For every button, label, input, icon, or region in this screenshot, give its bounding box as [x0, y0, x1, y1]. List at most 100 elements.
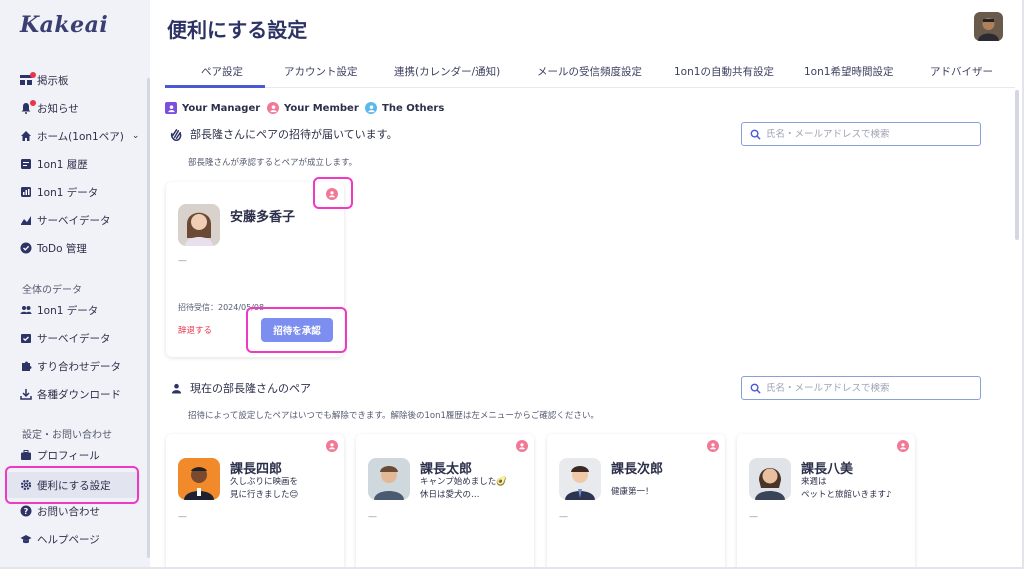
member-name: 安藤多香子 [230, 210, 296, 225]
tab-pair-settings[interactable]: ペア設定 [201, 64, 243, 79]
sidebar-item-label: 1on1 データ [37, 304, 99, 317]
tab-account-settings[interactable]: アカウント設定 [284, 64, 358, 79]
member-icon [267, 102, 279, 114]
sidebar-item-label: お知らせ [37, 102, 79, 115]
tab-auto-share[interactable]: 1on1の自動共有設定 [674, 64, 774, 79]
member-photo [368, 458, 410, 500]
app-window: Kakeai 掲示板 お知らせ ホーム(1on1ペア) ⌄ 1on1 履歴 1o… [0, 0, 1024, 569]
pair-card[interactable]: 課長太郎 キャンプ始めました🥑 休日は愛犬の… — [356, 434, 534, 567]
sidebar-item-board[interactable]: 掲示板 [6, 67, 140, 93]
highlight-frame [5, 466, 139, 504]
calendar-check-icon [19, 331, 33, 345]
sidebar-item-label: ToDo 管理 [37, 242, 87, 255]
section-label-all-data: 全体のデータ [22, 285, 82, 296]
sidebar-item-history[interactable]: 1on1 履歴 [6, 151, 140, 177]
main-content: 便利にする設定 ペア設定 アカウント設定 連携(カレンダー/通知) メールの受信… [150, 0, 1022, 567]
pairs-search-input[interactable] [766, 382, 966, 394]
sidebar-item-all-survey[interactable]: サーベイデータ [6, 325, 140, 351]
app-logo[interactable]: Kakeai [20, 12, 108, 38]
search-icon [750, 379, 761, 398]
question-icon: ? [19, 504, 33, 518]
invites-subtext: 部長隆さんが承認するとペアが成立します。 [188, 158, 358, 168]
member-dash: — [559, 512, 568, 522]
tab-advisor[interactable]: アドバイザー [930, 64, 993, 79]
sidebar-item-label: ホーム(1on1ペア) [37, 130, 124, 143]
legend-label: The Others [382, 102, 445, 114]
sidebar-item-label: 1on1 データ [37, 186, 99, 199]
pairs-heading: 現在の部長隆さんのペア [168, 380, 311, 396]
person-icon [168, 380, 184, 396]
member-message: 来週は ペットと旅館いきます♪ [801, 477, 892, 500]
sidebar-item-help[interactable]: ヘルプページ [6, 526, 140, 552]
pairs-search[interactable] [741, 376, 981, 400]
member-name: 課長次郎 [611, 462, 664, 477]
pair-card[interactable]: 課長次郎 健康第一！ — [547, 434, 725, 567]
legend-others: The Others [365, 102, 444, 114]
sidebar-item-label: すり合わせデータ [37, 360, 121, 373]
people-icon [19, 303, 33, 317]
sidebar-item-alignment[interactable]: すり合わせデータ [6, 353, 140, 379]
legend-label: Your Manager [182, 102, 261, 114]
invites-search[interactable] [741, 122, 981, 146]
member-name: 課長八美 [801, 462, 854, 477]
sidebar-item-profile[interactable]: プロフィール [6, 442, 140, 468]
member-photo [559, 458, 601, 500]
pair-card[interactable]: 課長四郎 久しぶりに映画を 見に行きました😊 — [166, 434, 344, 567]
highlight-frame [313, 177, 353, 209]
sidebar-item-label: ヘルプページ [37, 533, 100, 546]
puzzle-icon [19, 359, 33, 373]
sidebar-item-label: お問い合わせ [37, 505, 100, 518]
chevron-down-icon[interactable]: ⌄ [132, 131, 140, 141]
sidebar-item-notices[interactable]: お知らせ [6, 95, 140, 121]
member-pin-icon [326, 440, 338, 452]
user-avatar[interactable] [974, 12, 1003, 41]
invites-heading: 部長隆さんにペアの招待が届いています。 [168, 126, 398, 142]
sidebar-item-label: 掲示板 [37, 74, 69, 87]
member-photo [749, 458, 791, 500]
search-icon [750, 125, 761, 144]
svg-text:?: ? [24, 507, 29, 516]
sidebar-item-all-1on1-data[interactable]: 1on1 データ [6, 297, 140, 323]
member-photo [178, 204, 220, 246]
highlight-frame [246, 307, 347, 353]
member-dash: — [749, 512, 758, 522]
member-name: 課長太郎 [420, 462, 473, 477]
sidebar-item-1on1-data[interactable]: 1on1 データ [6, 179, 140, 205]
notification-badge [30, 72, 36, 78]
sidebar-item-todo[interactable]: ToDo 管理 [6, 235, 140, 261]
sidebar: Kakeai 掲示板 お知らせ ホーム(1on1ペア) ⌄ 1on1 履歴 1o… [0, 0, 150, 567]
main-scrollbar[interactable] [1015, 90, 1019, 240]
sidebar-item-home[interactable]: ホーム(1on1ペア) ⌄ [6, 123, 140, 149]
tab-preferred-time[interactable]: 1on1希望時間設定 [804, 64, 893, 79]
member-message: 久しぶりに映画を 見に行きました😊 [230, 477, 299, 500]
member-message: — [178, 256, 187, 266]
pair-card[interactable]: 課長八美 来週は ペットと旅館いきます♪ — [737, 434, 915, 567]
member-pin-icon [707, 440, 719, 452]
sidebar-item-label: 1on1 履歴 [37, 158, 88, 171]
invites-search-input[interactable] [766, 128, 966, 140]
pairs-heading-text: 現在の部長隆さんのペア [190, 382, 311, 395]
waving-hand-icon [168, 126, 184, 142]
sidebar-item-survey[interactable]: サーベイデータ [6, 207, 140, 233]
tab-email-frequency[interactable]: メールの受信頻度設定 [537, 64, 642, 79]
tab-integrations[interactable]: 連携(カレンダー/通知) [394, 64, 500, 79]
member-message: キャンプ始めました🥑 休日は愛犬の… [420, 477, 507, 500]
member-dash: — [178, 512, 187, 522]
graduation-cap-icon [19, 532, 33, 546]
invites-heading-text: 部長隆さんにペアの招待が届いています。 [190, 128, 398, 141]
member-message: 健康第一！ [611, 487, 654, 497]
manager-icon [165, 102, 177, 114]
history-icon [19, 157, 33, 171]
section-label-settings: 設定・お問い合わせ [22, 430, 112, 441]
check-circle-icon [19, 241, 33, 255]
member-photo [178, 458, 220, 500]
notification-badge [30, 100, 36, 106]
legend-member: Your Member [267, 102, 359, 114]
sidebar-item-downloads[interactable]: 各種ダウンロード [6, 381, 140, 407]
chart-icon [19, 185, 33, 199]
briefcase-icon [19, 448, 33, 462]
sidebar-item-label: サーベイデータ [37, 214, 111, 227]
decline-link[interactable]: 辞退する [178, 324, 212, 336]
member-dash: — [368, 512, 377, 522]
member-name: 課長四郎 [230, 462, 283, 477]
